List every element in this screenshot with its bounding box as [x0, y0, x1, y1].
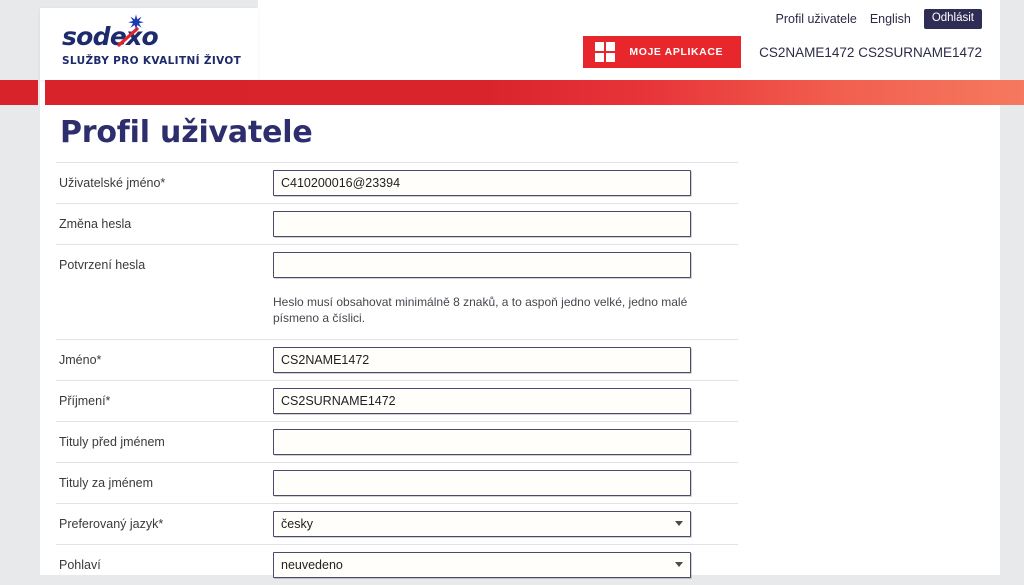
password-hint-row: Heslo musí obsahovat minimálně 8 znaků, …	[56, 285, 738, 339]
apps-and-user-row: MOJE APLIKACE CS2NAME1472 CS2SURNAME1472	[583, 36, 982, 68]
main-content: Profil uživatele Uživatelské jméno* Změn…	[40, 105, 1000, 578]
chevron-down-icon	[675, 562, 683, 567]
form-row-gender: Pohlaví neuvedeno	[56, 544, 738, 585]
form-row-first-name: Jméno*	[56, 339, 738, 380]
title-after-input[interactable]	[273, 470, 691, 496]
nav-link-english[interactable]: English	[870, 11, 911, 27]
password-hint-text: Heslo musí obsahovat minimálně 8 znaků, …	[273, 295, 688, 325]
preferred-language-value: česky	[273, 511, 691, 537]
form-row-confirm-password: Potvrzení hesla	[56, 244, 738, 285]
control-new-password	[273, 211, 738, 237]
control-last-name	[273, 388, 738, 414]
label-last-name: Příjmení*	[59, 394, 111, 408]
grid-icon	[595, 42, 616, 62]
logo-star-icon	[128, 14, 144, 30]
gender-select[interactable]: neuvedeno	[273, 552, 691, 578]
accent-bar	[45, 80, 1024, 105]
brand-logo-card[interactable]: sodexo SLUŽBY PRO KVALITNÍ ŽIVOT	[40, 8, 258, 80]
top-navigation: Profil uživatele English Odhlásit	[776, 9, 982, 29]
current-user-name: CS2NAME1472 CS2SURNAME1472	[759, 44, 982, 60]
form-row-preferred-language: Preferovaný jazyk* česky	[56, 503, 738, 544]
chevron-down-icon	[675, 521, 683, 526]
hint-spacer	[56, 294, 273, 326]
form-row-username: Uživatelské jméno*	[56, 162, 738, 203]
brand-logo: sodexo SLUŽBY PRO KVALITNÍ ŽIVOT	[62, 14, 242, 67]
title-before-input[interactable]	[273, 429, 691, 455]
page-title: Profil uživatele	[60, 115, 313, 150]
label-title-before: Tituly před jménem	[59, 435, 165, 449]
nav-link-profil-uzivatele[interactable]: Profil uživatele	[776, 11, 857, 27]
form-row-new-password: Změna hesla	[56, 203, 738, 244]
form-row-title-after: Tituly za jménem	[56, 462, 738, 503]
app-root: sodexo SLUŽBY PRO KVALITNÍ ŽIVOT Profil …	[0, 0, 1024, 578]
username-input[interactable]	[273, 170, 691, 196]
form-row-title-before: Tituly před jménem	[56, 421, 738, 462]
my-applications-label: MOJE APLIKACE	[629, 46, 724, 58]
label-confirm-password: Potvrzení hesla	[59, 258, 146, 272]
new-password-input[interactable]	[273, 211, 691, 237]
site-header: sodexo SLUŽBY PRO KVALITNÍ ŽIVOT Profil …	[0, 0, 1024, 80]
control-username	[273, 170, 738, 196]
form-row-last-name: Příjmení*	[56, 380, 738, 421]
confirm-password-input[interactable]	[273, 252, 691, 278]
sodexo-logo-mark: sodexo	[62, 14, 182, 52]
last-name-input[interactable]	[273, 388, 691, 414]
control-title-before	[273, 429, 738, 455]
label-username: Uživatelské jméno*	[59, 176, 166, 190]
label-title-after: Tituly za jménem	[59, 476, 154, 490]
my-applications-button[interactable]: MOJE APLIKACE	[583, 36, 742, 68]
accent-bar-left-stub	[0, 80, 38, 105]
brand-tagline: SLUŽBY PRO KVALITNÍ ŽIVOT	[62, 55, 242, 67]
control-preferred-language: česky	[273, 511, 738, 537]
label-first-name: Jméno*	[59, 353, 102, 367]
control-gender: neuvedeno	[273, 552, 738, 578]
control-title-after	[273, 470, 738, 496]
logout-button[interactable]: Odhlásit	[923, 9, 982, 29]
preferred-language-select[interactable]: česky	[273, 511, 691, 537]
user-profile-form: Uživatelské jméno* Změna hesla Potvrzení…	[56, 162, 738, 585]
label-preferred-language: Preferovaný jazyk*	[59, 517, 164, 531]
gender-value: neuvedeno	[273, 552, 691, 578]
first-name-input[interactable]	[273, 347, 691, 373]
control-confirm-password	[273, 252, 738, 278]
label-new-password: Změna hesla	[59, 217, 132, 231]
control-first-name	[273, 347, 738, 373]
label-gender: Pohlaví	[59, 558, 101, 572]
